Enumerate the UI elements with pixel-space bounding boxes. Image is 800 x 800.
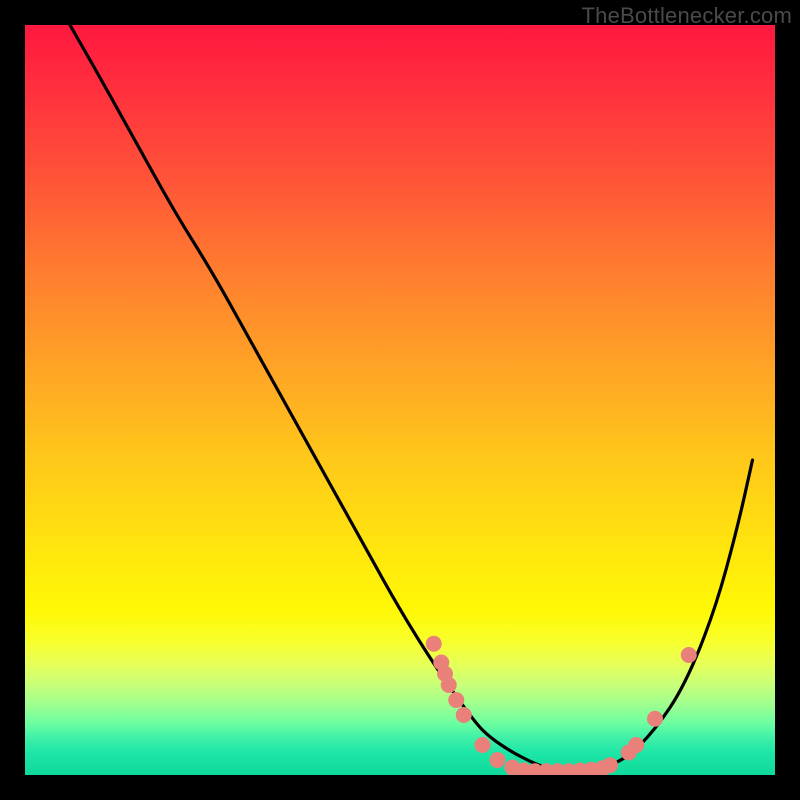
scatter-dot — [426, 636, 442, 652]
scatter-dot — [490, 752, 506, 768]
scatter-dot — [441, 677, 457, 693]
scatter-dot — [448, 692, 464, 708]
scatter-dot — [475, 737, 491, 753]
scatter-dot — [647, 711, 663, 727]
scatter-dot — [602, 757, 618, 773]
chart-frame — [25, 25, 775, 775]
scatter-dot — [681, 647, 697, 663]
scatter-dot — [456, 707, 472, 723]
scatter-dots — [426, 636, 697, 775]
scatter-dot — [628, 737, 644, 753]
chart-svg — [25, 25, 775, 775]
curve-line — [70, 25, 753, 771]
